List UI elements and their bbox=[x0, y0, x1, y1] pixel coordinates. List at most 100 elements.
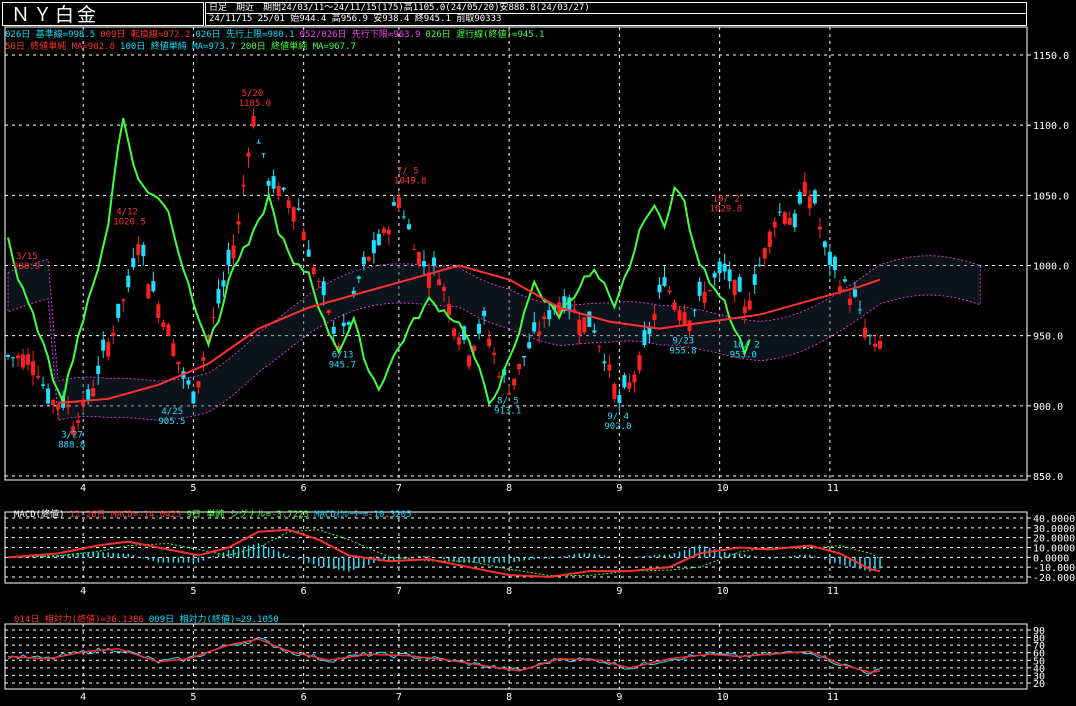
header-ohlc-line: 24/11/15 25/01 始944.4 高956.9 安938.4 終945… bbox=[205, 14, 1027, 26]
candle-body bbox=[522, 355, 527, 358]
candle-body bbox=[827, 251, 832, 266]
candle-body bbox=[607, 364, 612, 371]
legend-entry: 052/026日 先行下限=963.9 bbox=[299, 30, 421, 40]
candle-body bbox=[867, 335, 872, 337]
candle-body bbox=[617, 394, 622, 403]
candle-body bbox=[527, 342, 532, 349]
peak-value-label: 953.0 bbox=[730, 350, 757, 360]
candle-body bbox=[86, 389, 91, 400]
candle-body bbox=[31, 361, 36, 376]
candle-body bbox=[306, 249, 311, 257]
legend-entry: 009日 転換線=972.2 bbox=[100, 30, 191, 40]
candle-body bbox=[116, 303, 121, 318]
x-tick-label: 8 bbox=[506, 586, 512, 597]
candle-body bbox=[672, 302, 677, 311]
candle-body bbox=[497, 376, 502, 378]
candle-body bbox=[11, 357, 16, 359]
candle-body bbox=[807, 196, 812, 209]
candle-body bbox=[16, 355, 21, 359]
candle-body bbox=[151, 281, 156, 292]
y-tick-label: 950.0 bbox=[1033, 332, 1063, 343]
peak-value-label: 905.5 bbox=[158, 417, 185, 427]
candle-body bbox=[91, 388, 96, 397]
peak-value-label: 945.7 bbox=[329, 361, 356, 371]
candle-body bbox=[431, 257, 436, 266]
candle-body bbox=[311, 267, 316, 275]
candle-body bbox=[537, 331, 542, 335]
candle-body bbox=[747, 300, 752, 310]
candle-body bbox=[612, 384, 617, 400]
candle-body bbox=[196, 381, 201, 388]
candle-body bbox=[201, 357, 206, 361]
candle-body bbox=[76, 420, 81, 423]
candle-body bbox=[717, 261, 722, 274]
candle-body bbox=[241, 184, 246, 187]
x-tick-label: 5 bbox=[190, 586, 196, 597]
candle-body bbox=[291, 207, 296, 222]
candle-body bbox=[251, 115, 256, 127]
candle-body bbox=[517, 363, 522, 370]
candle-body bbox=[737, 276, 742, 292]
x-tick-label: 7 bbox=[396, 692, 402, 703]
peak-date-label: 10/ 2 bbox=[713, 195, 740, 205]
candle-body bbox=[381, 228, 386, 234]
candle-body bbox=[822, 241, 827, 248]
candle-body bbox=[732, 279, 737, 296]
candle-body bbox=[211, 317, 216, 319]
header-line1: 日足 期近 期間24/03/11～24/11/15(175)高1105.0(24… bbox=[209, 3, 590, 13]
macd-signal-line bbox=[7, 529, 881, 577]
peak-date-label: 4/12 bbox=[116, 208, 138, 218]
y-tick-label: 850.0 bbox=[1033, 472, 1063, 483]
candle-body bbox=[852, 289, 857, 297]
candle-body bbox=[216, 289, 221, 304]
candle-body bbox=[697, 281, 702, 296]
candle-body bbox=[301, 231, 306, 241]
y-tick-label: 1000.0 bbox=[1033, 262, 1069, 273]
candle-body bbox=[602, 361, 607, 364]
candle-body bbox=[467, 355, 472, 367]
x-tick-label: 10 bbox=[717, 483, 729, 494]
candle-body bbox=[386, 229, 391, 235]
legend-entry: 12-26日 MACD=-14.0423 bbox=[69, 510, 182, 520]
peak-date-label: 5/20 bbox=[242, 89, 264, 99]
peak-value-label: 888.8 bbox=[58, 441, 85, 451]
candle-body bbox=[802, 181, 807, 195]
candle-body bbox=[812, 190, 817, 204]
candle-body bbox=[727, 269, 732, 281]
x-tick-label: 8 bbox=[506, 692, 512, 703]
candle-body bbox=[622, 375, 627, 388]
legend-entry: 9日 単純 シグナル=-3.7223 bbox=[186, 510, 310, 520]
candle-body bbox=[757, 264, 762, 266]
candle-body bbox=[832, 256, 837, 271]
candle-body bbox=[266, 180, 271, 186]
y-tick-label: 90 bbox=[1033, 626, 1045, 637]
candle-body bbox=[411, 249, 416, 251]
candle-body bbox=[457, 337, 462, 345]
candle-body bbox=[722, 263, 727, 272]
peak-date-label: 6/13 bbox=[332, 351, 354, 361]
candle-body bbox=[21, 354, 26, 368]
peak-date-label: 9/23 bbox=[673, 337, 695, 347]
peak-date-label: 9/ 4 bbox=[607, 412, 629, 422]
x-tick-label: 11 bbox=[827, 692, 839, 703]
y-tick-label: 900.0 bbox=[1033, 402, 1063, 413]
candle-body bbox=[627, 382, 632, 389]
header-period-line: 日足 期近 期間24/03/11～24/11/15(175)高1105.0(24… bbox=[205, 2, 1027, 14]
candle-body bbox=[487, 338, 492, 347]
candle-body bbox=[482, 310, 487, 317]
peak-date-label: 3/27 bbox=[61, 431, 83, 441]
y-tick-label: 1050.0 bbox=[1033, 191, 1069, 202]
candle-body bbox=[692, 309, 697, 311]
candle-body bbox=[452, 328, 457, 337]
candle-body bbox=[442, 287, 446, 292]
chart-canvas: 850.0 900.0 950.0 1000.0 1050.0 1100.0 1150.0 4… bbox=[4, 26, 1076, 703]
candle-body bbox=[702, 291, 707, 303]
x-tick-label: 11 bbox=[827, 483, 839, 494]
candle-body bbox=[366, 256, 371, 261]
candle-body bbox=[872, 343, 877, 347]
peak-date-label: 8/ 5 bbox=[497, 396, 519, 406]
candle-body bbox=[817, 226, 822, 230]
candle-body bbox=[236, 221, 241, 225]
candle-body bbox=[542, 316, 547, 320]
candle-body bbox=[797, 192, 802, 204]
